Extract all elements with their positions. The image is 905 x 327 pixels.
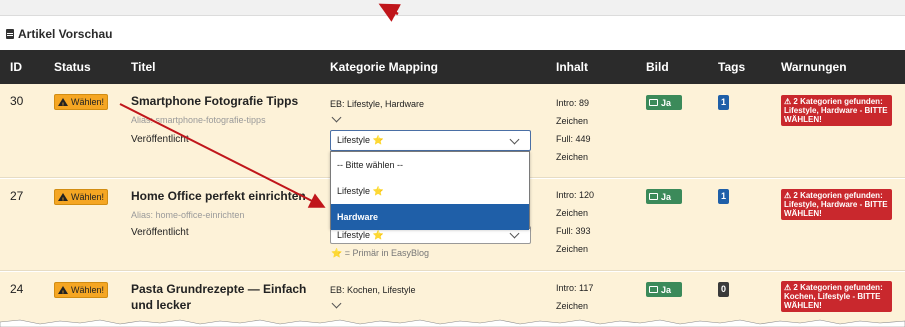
full-unit: Zeichen <box>556 152 589 162</box>
status-badge[interactable]: Wählen! <box>54 189 109 208</box>
status-badge[interactable]: Wählen! <box>54 282 109 301</box>
full-count: Full: 393 <box>556 226 591 236</box>
warning-triangle-icon <box>58 286 68 301</box>
warning-badge: ⚠ 2 Kategorien gefunden: Lifestyle, Hard… <box>781 189 892 220</box>
article-title[interactable]: Pasta Grundrezepte — Einfach und lecker <box>131 281 321 313</box>
col-image[interactable]: Bild <box>646 50 669 84</box>
intro-unit: Zeichen <box>556 208 589 218</box>
chevron-down-icon[interactable] <box>331 298 342 309</box>
publish-state: Veröffentlicht <box>131 134 189 145</box>
intro-count: Intro: 117 <box>556 283 594 293</box>
intro-count: Intro: 89 <box>556 98 590 108</box>
image-icon <box>649 286 658 293</box>
row-id: 30 <box>10 94 24 108</box>
category-select-row-30[interactable]: Lifestyle ⭐ <box>330 130 531 151</box>
image-label: Ja <box>661 284 672 295</box>
image-badge: Ja <box>646 95 682 110</box>
image-label: Ja <box>661 97 672 108</box>
col-tags[interactable]: Tags <box>718 50 745 84</box>
status-badge[interactable]: Wählen! <box>54 94 109 113</box>
image-badge: Ja <box>646 189 682 204</box>
eb-categories: EB: Kochen, Lifestyle <box>330 285 416 295</box>
panel-title: Artikel Vorschau <box>18 26 113 41</box>
panel-header: Artikel Vorschau <box>0 17 905 50</box>
article-alias: Alias: smartphone-fotografie-tipps <box>131 115 266 125</box>
chevron-down-icon[interactable] <box>331 112 342 123</box>
image-icon <box>649 99 658 106</box>
status-label: Wählen! <box>71 97 105 107</box>
dropdown-option[interactable]: -- Bitte wählen -- <box>331 152 529 178</box>
article-title[interactable]: Smartphone Fotografie Tipps <box>131 93 321 109</box>
status-label: Wählen! <box>71 192 105 202</box>
col-status[interactable]: Status <box>54 50 91 84</box>
col-content[interactable]: Inhalt <box>556 50 588 84</box>
col-title[interactable]: Titel <box>131 50 155 84</box>
intro-unit: Zeichen <box>556 301 589 311</box>
article-alias: Alias: home-office-einrichten <box>131 210 245 220</box>
tag-count-badge: 1 <box>718 189 729 204</box>
content-info: Intro: 89 Zeichen Full: 449 Zeichen <box>556 94 591 166</box>
full-count: Full: 449 <box>556 134 591 144</box>
warning-triangle-icon <box>58 193 68 208</box>
table-header: ID Status Titel Kategorie Mapping Inhalt… <box>0 50 905 84</box>
warning-triangle-icon <box>58 98 68 113</box>
intro-count: Intro: 120 <box>556 190 595 200</box>
select-value: Lifestyle ⭐ <box>337 135 384 145</box>
col-id[interactable]: ID <box>10 50 22 84</box>
content-info: Intro: 117 Zeichen <box>556 279 593 315</box>
row-id: 27 <box>10 189 24 203</box>
col-category-mapping[interactable]: Kategorie Mapping <box>330 50 438 84</box>
screenshot-stage: Artikel Vorschau ID Status Titel Kategor… <box>0 0 905 327</box>
publish-state: Veröffentlicht <box>131 227 189 238</box>
image-badge: Ja <box>646 282 682 297</box>
warning-badge: ⚠ 2 Kategorien gefunden: Lifestyle, Hard… <box>781 95 892 126</box>
dropdown-option[interactable]: Lifestyle ⭐ <box>331 178 529 204</box>
primary-legend: ⭐ = Primär in EasyBlog <box>331 248 429 258</box>
tag-count-badge: 0 <box>718 282 729 297</box>
intro-unit: Zeichen <box>556 116 589 126</box>
eb-categories: EB: Lifestyle, Hardware <box>330 99 425 109</box>
full-unit: Zeichen <box>556 244 589 254</box>
select-value: Lifestyle ⭐ <box>337 230 384 240</box>
article-title[interactable]: Home Office perfekt einrichten <box>131 188 321 204</box>
torn-edge <box>0 319 905 327</box>
top-toolbar-band <box>0 0 905 16</box>
row-id: 24 <box>10 282 24 296</box>
status-label: Wählen! <box>71 285 105 295</box>
content-info: Intro: 120 Zeichen Full: 393 Zeichen <box>556 186 594 258</box>
image-label: Ja <box>661 191 672 202</box>
dropdown-option-selected[interactable]: Hardware <box>331 204 529 230</box>
chevron-down-icon[interactable] <box>509 228 520 239</box>
warning-badge: ⚠ 2 Kategorien gefunden: Kochen, Lifesty… <box>781 281 892 312</box>
tag-count-badge: 1 <box>718 95 729 110</box>
image-icon <box>649 193 658 200</box>
chevron-down-icon[interactable] <box>509 134 520 145</box>
col-warnings[interactable]: Warnungen <box>781 50 847 84</box>
category-dropdown-list[interactable]: -- Bitte wählen -- Lifestyle ⭐ Hardware <box>330 151 530 230</box>
document-icon <box>6 28 14 39</box>
